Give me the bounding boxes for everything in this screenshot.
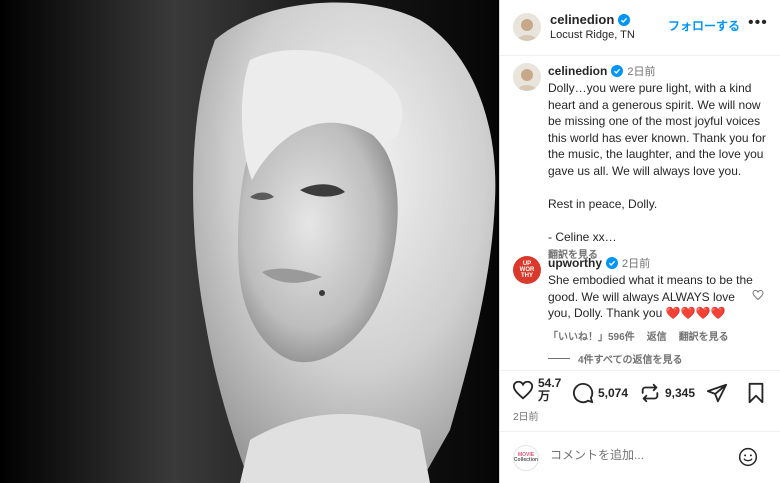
comments-count[interactable]: 5,074 [598,386,628,400]
view-replies-label[interactable]: 4件すべての返信を見る [578,351,682,366]
caption-avatar[interactable] [513,63,541,91]
comment-action[interactable]: 5,074 [572,382,628,404]
comment-reply-button[interactable]: 返信 [647,328,667,343]
portrait-image [0,0,499,483]
comment-likes-count[interactable]: 「いいね！」596件 [548,328,635,343]
author-username-text[interactable]: celinedion [550,12,614,27]
comment-time[interactable]: 2日前 [622,255,650,271]
more-options-icon[interactable]: ••• [748,14,768,32]
bookmark-icon[interactable] [746,382,766,404]
comment-upworthy: upworthy 2日前 She embodied what it means … [548,255,753,343]
share-action[interactable] [706,382,728,404]
share-icon[interactable] [706,382,728,404]
author-avatar[interactable] [513,13,541,41]
post-actions: 54.7 万 5,074 9,345 2日前 [500,370,780,430]
view-replies-button[interactable]: 4件すべての返信を見る [548,351,682,366]
reposts-count[interactable]: 9,345 [665,386,695,400]
view-replies-divider [548,358,570,359]
verified-badge-icon [611,65,624,77]
emoji-icon[interactable] [738,447,758,467]
comment-like-heart-icon[interactable] [752,289,764,301]
comment-text: She embodied what it means to be the goo… [548,273,753,320]
comment-username[interactable]: upworthy [548,256,602,270]
repost-action[interactable]: 9,345 [639,382,695,404]
verified-badge-icon [606,257,618,269]
caption: celinedion 2日前 Dolly…you were pure light… [548,63,770,261]
likes-count-line-1: 54.7 [538,376,562,390]
comments-list[interactable]: celinedion 2日前 Dolly…you were pure light… [500,56,780,370]
caption-time[interactable]: 2日前 [627,63,655,79]
follow-button[interactable]: フォローする [668,17,740,34]
author-username[interactable]: celinedion [550,12,631,27]
likes-count[interactable]: 54.7 万 [538,377,561,403]
like-action[interactable]: 54.7 万 [512,377,561,403]
post-header: celinedion Locust Ridge, TN フォローする ••• [500,0,780,56]
post-photo[interactable] [0,0,499,483]
current-user-avatar-line-2: Collection [513,457,539,463]
current-user-avatar[interactable]: MOVIE Collection [513,445,539,471]
post-date[interactable]: 2日前 [513,408,539,423]
caption-username[interactable]: celinedion [548,64,607,78]
add-comment-bar: MOVIE Collection [500,431,780,483]
repost-icon[interactable] [639,382,661,404]
verified-badge-icon [618,13,631,26]
post-side-panel: celinedion Locust Ridge, TN フォローする ••• c… [499,0,780,483]
upworthy-avatar[interactable]: UP WOR THY [513,256,541,284]
post-location[interactable]: Locust Ridge, TN [550,29,635,41]
comment-translate-link[interactable]: 翻訳を見る [679,328,729,343]
comment-input[interactable] [550,448,730,462]
heart-icon[interactable] [512,379,534,401]
save-action[interactable] [746,382,766,404]
caption-text: Dolly…you were pure light, with a kind h… [548,81,766,244]
likes-count-line-2: 万 [538,389,551,403]
comment-icon[interactable] [572,382,594,404]
upworthy-avatar-line-3: THY [521,273,533,279]
